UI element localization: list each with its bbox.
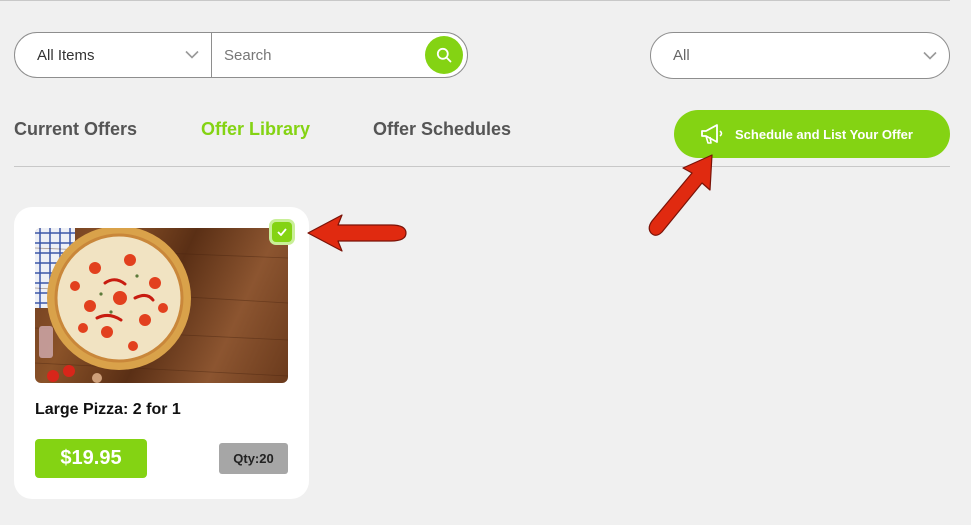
megaphone-icon	[701, 124, 723, 144]
pizza-illustration	[35, 228, 288, 383]
search-input[interactable]	[212, 33, 425, 77]
tab-offer-library[interactable]: Offer Library	[201, 119, 310, 140]
chevron-down-icon	[923, 51, 937, 60]
offer-card[interactable]: Large Pizza: 2 for 1 $19.95 Qty:20	[14, 207, 309, 499]
schedule-offer-button[interactable]: Schedule and List Your Offer	[674, 110, 950, 158]
qty-badge: Qty:20	[219, 443, 288, 474]
category-select-value: All Items	[37, 46, 95, 64]
annotation-arrow-left-icon	[307, 214, 407, 252]
pizza-image	[35, 228, 288, 383]
search-icon	[436, 47, 452, 63]
chevron-down-icon	[185, 50, 199, 59]
schedule-offer-label: Schedule and List Your Offer	[735, 126, 913, 142]
price-badge: $19.95	[35, 439, 147, 478]
annotation-arrow-up-icon	[648, 154, 713, 236]
tabs-divider	[14, 166, 950, 167]
top-divider	[0, 0, 950, 1]
search-button[interactable]	[425, 36, 463, 74]
location-select-value: All	[673, 47, 690, 64]
check-icon	[277, 228, 287, 236]
filter-search-bar: All Items	[14, 32, 468, 78]
tab-offer-schedules[interactable]: Offer Schedules	[373, 119, 511, 140]
offer-title: Large Pizza: 2 for 1	[35, 401, 181, 418]
tab-current-offers[interactable]: Current Offers	[14, 119, 137, 140]
category-select[interactable]: All Items	[15, 33, 211, 77]
location-select[interactable]: All	[650, 32, 950, 79]
offer-select-checkbox[interactable]	[272, 222, 292, 242]
